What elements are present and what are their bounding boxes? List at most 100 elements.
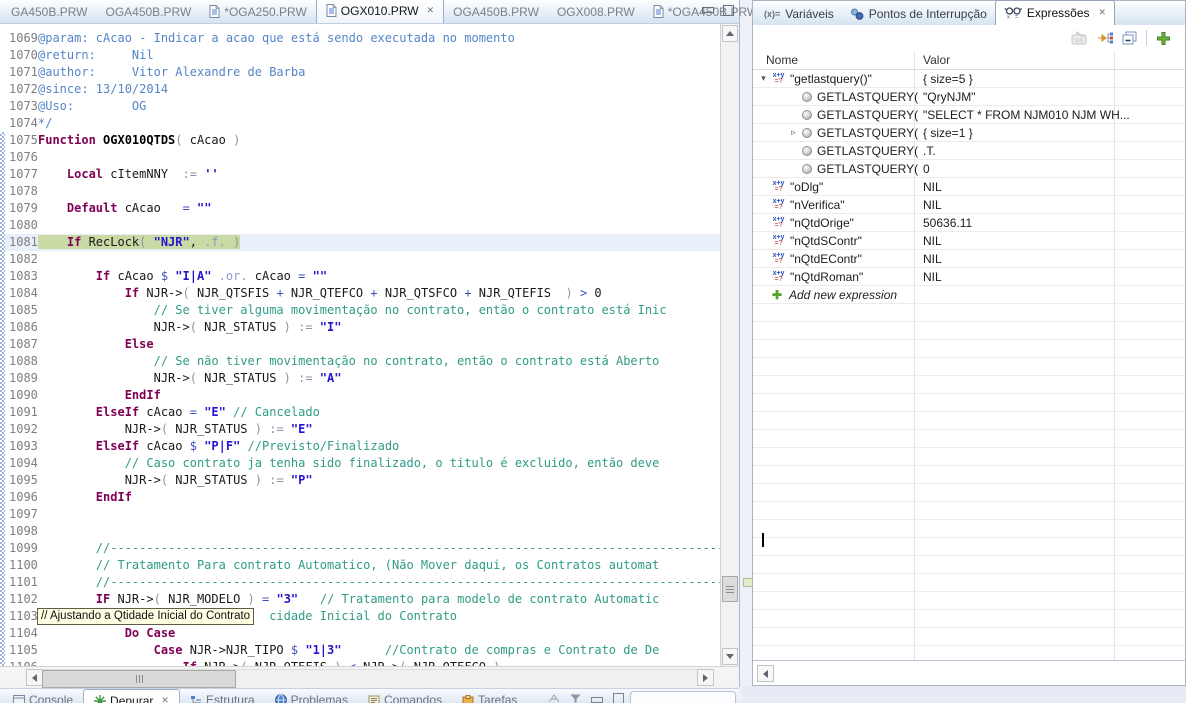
code-line[interactable]: 1086 NJR->( NJR_STATUS ) := "I": [0, 319, 720, 336]
editor-tab-oga250-prw[interactable]: *OGA250.PRW: [200, 1, 315, 23]
code-line[interactable]: 1081 If RecLock( "NJR", .f. ): [0, 234, 720, 251]
code-line[interactable]: 1078: [0, 183, 720, 200]
bottom-tab-console[interactable]: Console: [3, 689, 83, 703]
expression-row[interactable]: x+y=?"nQtdRoman"NIL: [753, 268, 1185, 286]
line-number[interactable]: 1070: [0, 47, 38, 64]
code-line[interactable]: 1077 Local cItemNNY := '': [0, 166, 720, 183]
line-number[interactable]: 1090: [0, 387, 38, 404]
line-number[interactable]: 1091: [0, 404, 38, 421]
code-line[interactable]: 1091 ElseIf cAcao = "E" // Cancelado: [0, 404, 720, 421]
close-icon[interactable]: ✕: [1099, 7, 1107, 18]
code-line[interactable]: 1071@author: Vitor Alexandre de Barba: [0, 64, 720, 81]
bottom-tab-problemas[interactable]: Problemas: [265, 689, 358, 703]
code-line[interactable]: 1073@Uso: OG: [0, 98, 720, 115]
code-line[interactable]: 1074*/: [0, 115, 720, 132]
code-line[interactable]: 1092 NJR->( NJR_STATUS ) := "E": [0, 421, 720, 438]
line-number[interactable]: 1103: [0, 608, 38, 625]
code-line[interactable]: 1099 //---------------------------------…: [0, 540, 720, 557]
bottom-tab-estrutura[interactable]: Estrutura: [180, 689, 265, 703]
vertical-scroll-thumb[interactable]: [722, 576, 738, 602]
line-number[interactable]: 1082: [0, 251, 38, 268]
code-editor[interactable]: 1069@param: cAcao - Indicar a acao que e…: [0, 24, 720, 666]
horizontal-scroll-thumb[interactable]: [42, 670, 236, 688]
minimize-icon[interactable]: [591, 697, 603, 703]
code-line[interactable]: 1105 Case NJR->NJR_TIPO $ "1|3" //Contra…: [0, 642, 720, 659]
line-number[interactable]: 1072: [0, 81, 38, 98]
line-number[interactable]: 1096: [0, 489, 38, 506]
maximize-icon[interactable]: [613, 693, 624, 703]
code-line[interactable]: 1080: [0, 217, 720, 234]
close-icon[interactable]: ✕: [161, 695, 169, 703]
scroll-left-icon[interactable]: [757, 665, 774, 682]
bottom-tab-comandos[interactable]: Comandos: [358, 689, 452, 703]
expression-row[interactable]: x+y=?"nVerifica"NIL: [753, 196, 1185, 214]
horizontal-scroll-track[interactable]: [42, 669, 697, 687]
add-expression-icon[interactable]: [1156, 31, 1171, 46]
line-number[interactable]: 1100: [0, 557, 38, 574]
expander-icon[interactable]: ▹: [787, 127, 800, 138]
bottom-tab-depurar[interactable]: Depurar✕: [83, 689, 180, 703]
code-line[interactable]: 1098: [0, 523, 720, 540]
expression-row[interactable]: ▾x+y=?"getlastquery()"{ size=5 }: [753, 70, 1185, 88]
line-number[interactable]: 1086: [0, 319, 38, 336]
line-number[interactable]: 1073: [0, 98, 38, 115]
expression-row[interactable]: GETLASTQUERY("SELECT * FROM NJM010 NJM W…: [753, 106, 1185, 124]
line-number[interactable]: 1106: [0, 659, 38, 666]
line-number[interactable]: 1080: [0, 217, 38, 234]
code-line[interactable]: 1104 Do Case: [0, 625, 720, 642]
code-line[interactable]: 1089 NJR->( NJR_STATUS ) := "A": [0, 370, 720, 387]
expression-row[interactable]: x+y=?"nQtdSContr"NIL: [753, 232, 1185, 250]
code-line[interactable]: 1075Function OGX010QTDS( cAcao ): [0, 132, 720, 149]
editor-tab-oga450b-prw[interactable]: OGA450B.PRW: [444, 1, 548, 23]
line-number[interactable]: 1085: [0, 302, 38, 319]
line-number[interactable]: 1101: [0, 574, 38, 591]
line-number[interactable]: 1098: [0, 523, 38, 540]
scroll-down-icon[interactable]: [722, 648, 738, 665]
code-line[interactable]: 1069@param: cAcao - Indicar a acao que e…: [0, 30, 720, 47]
code-line[interactable]: 1096 EndIf: [0, 489, 720, 506]
code-line[interactable]: 1083 If cAcao $ "I|A" .or. cAcao = "": [0, 268, 720, 285]
maximize-icon[interactable]: [723, 5, 734, 16]
line-number[interactable]: 1089: [0, 370, 38, 387]
line-number[interactable]: 1102: [0, 591, 38, 608]
minimize-icon[interactable]: [702, 7, 714, 13]
code-line[interactable]: 1095 NJR->( NJR_STATUS ) := "P": [0, 472, 720, 489]
line-number[interactable]: 1099: [0, 540, 38, 557]
pin-icon[interactable]: [548, 694, 560, 703]
expression-row[interactable]: GETLASTQUERY(0: [753, 160, 1185, 178]
add-expression-row[interactable]: ✚Add new expression: [753, 286, 1185, 304]
close-icon[interactable]: ✕: [427, 5, 435, 16]
code-line[interactable]: 1085 // Se tiver alguma movimentação no …: [0, 302, 720, 319]
code-line[interactable]: 1100 // Tratamento Para contrato Automat…: [0, 557, 720, 574]
line-number[interactable]: 1075: [0, 132, 38, 149]
panel-tab-vari-veis[interactable]: (x)=Variáveis: [756, 3, 842, 25]
code-line[interactable]: 1087 Else: [0, 336, 720, 353]
line-number[interactable]: 1094: [0, 455, 38, 472]
panel-horizontal-scrollbar[interactable]: [753, 660, 1185, 685]
line-number[interactable]: 1071: [0, 64, 38, 81]
editor-vertical-scrollbar[interactable]: [720, 24, 739, 666]
expression-row[interactable]: GETLASTQUERY(.T.: [753, 142, 1185, 160]
line-number[interactable]: 1081: [0, 234, 38, 251]
scroll-left-icon[interactable]: [26, 669, 43, 686]
show-logical-structure-icon[interactable]: [1097, 31, 1113, 45]
code-line[interactable]: 1072@since: 13/10/2014: [0, 81, 720, 98]
code-line[interactable]: 1106 If NJR->( NJR_QTEFIS ) < NJR->( NJR…: [0, 659, 720, 666]
expression-row[interactable]: x+y=?"nQtdOrige"50636.11: [753, 214, 1185, 232]
line-number[interactable]: 1097: [0, 506, 38, 523]
code-line[interactable]: 1093 ElseIf cAcao $ "P|F" //Previsto/Fin…: [0, 438, 720, 455]
code-line[interactable]: 1102 IF NJR->( NJR_MODELO ) = "3" // Tra…: [0, 591, 720, 608]
line-number[interactable]: 1069: [0, 30, 38, 47]
code-line[interactable]: 1082: [0, 251, 720, 268]
code-line[interactable]: 1094 // Caso contrato ja tenha sido fina…: [0, 455, 720, 472]
editor-tab-ogx010-prw[interactable]: OGX010.PRW✕: [316, 0, 444, 23]
code-line[interactable]: 1101 //---------------------------------…: [0, 574, 720, 591]
expander-icon[interactable]: ▾: [757, 73, 770, 84]
expression-row[interactable]: x+y=?"oDlg"NIL: [753, 178, 1185, 196]
line-number[interactable]: 1077: [0, 166, 38, 183]
line-number[interactable]: 1095: [0, 472, 38, 489]
code-line[interactable]: 1079 Default cAcao = "": [0, 200, 720, 217]
line-number[interactable]: 1084: [0, 285, 38, 302]
line-number[interactable]: 1079: [0, 200, 38, 217]
panel-tab-express-es[interactable]: x=Expressões✕: [995, 0, 1115, 25]
